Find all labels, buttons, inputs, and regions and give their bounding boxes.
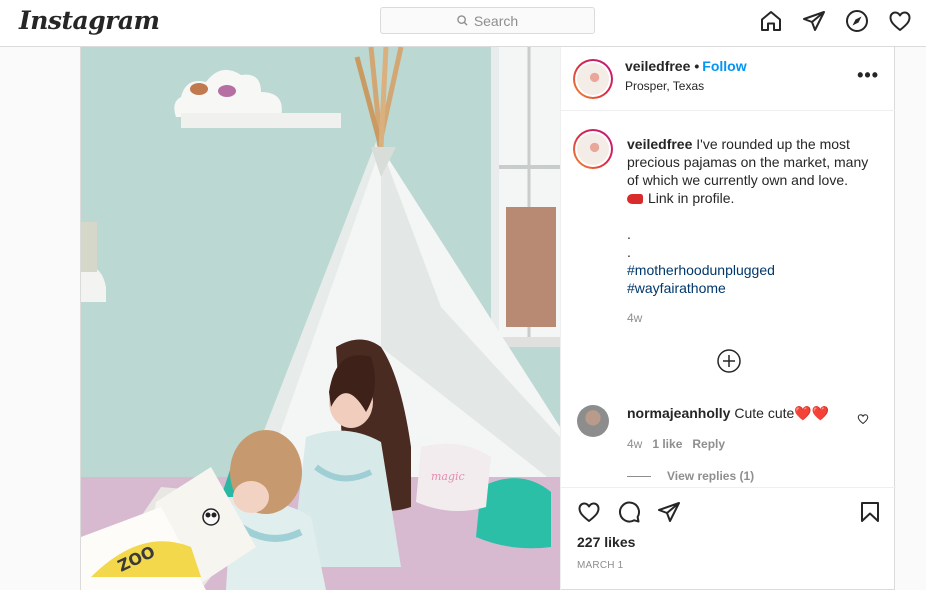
comment-body: Cute cute — [734, 405, 795, 421]
comment-meta: 4w 1 like Reply — [627, 437, 725, 451]
search-input[interactable]: Search — [380, 7, 595, 34]
load-more-comments-icon[interactable] — [717, 349, 741, 373]
direct-icon[interactable] — [802, 9, 826, 33]
pointing-hand-emoji — [627, 194, 643, 205]
post-card: magic ZOO veiledfree • Follow Prosper, T… — [80, 47, 896, 590]
caption-dot-2: . — [627, 244, 631, 260]
home-icon[interactable] — [759, 9, 783, 33]
post-photo[interactable]: magic ZOO — [81, 47, 560, 590]
caption-avatar[interactable] — [573, 129, 613, 169]
author-username[interactable]: veiledfree — [625, 58, 690, 74]
post-date[interactable]: MARCH 1 — [577, 560, 623, 571]
view-replies-line — [627, 475, 651, 477]
post-header-user: veiledfree • Follow — [625, 58, 747, 74]
reply-button[interactable]: Reply — [692, 437, 725, 451]
share-icon[interactable] — [657, 500, 681, 524]
svg-text:magic: magic — [431, 470, 465, 483]
action-icons — [577, 500, 681, 524]
caption-username[interactable]: veiledfree — [627, 136, 692, 152]
heart-emoji: ❤️❤️ — [794, 405, 830, 421]
more-options-icon[interactable]: ••• — [857, 65, 879, 86]
explore-icon[interactable] — [845, 9, 869, 33]
comment-likes[interactable]: 1 like — [652, 437, 682, 451]
post-sidebar: veiledfree • Follow Prosper, Texas ••• vei… — [560, 47, 896, 590]
hashtag-link[interactable]: #motherhoodunplugged — [627, 262, 775, 278]
comment-icon[interactable] — [617, 500, 641, 524]
comment-text: normajeanholly Cute cute❤️❤️ — [627, 405, 829, 422]
caption-link-line: Link in profile. — [648, 190, 735, 206]
post-header: veiledfree • Follow Prosper, Texas ••• — [561, 47, 895, 111]
top-navbar: Instagram Search — [0, 0, 926, 47]
instagram-logo[interactable]: Instagram — [19, 6, 160, 35]
commenter-username[interactable]: normajeanholly — [627, 405, 730, 421]
search-placeholder: Search — [473, 12, 519, 29]
nav-icons — [759, 9, 912, 33]
view-replies-button[interactable]: View replies (1) — [627, 469, 754, 483]
comment-like-icon[interactable] — [857, 413, 869, 425]
like-icon[interactable] — [577, 500, 601, 524]
view-replies-label: View replies (1) — [667, 469, 755, 483]
like-count[interactable]: 227 likes — [577, 534, 635, 550]
save-icon[interactable] — [858, 500, 882, 524]
post-photo-illustration: magic ZOO — [81, 47, 560, 590]
activity-icon[interactable] — [888, 9, 912, 33]
follow-separator: • — [694, 58, 700, 74]
post-actions: 227 likes MARCH 1 — [561, 487, 896, 590]
caption-time: 4w — [627, 311, 643, 325]
caption-text: veiledfree I've rounded up the most prec… — [627, 135, 877, 297]
caption-dot-1: . — [627, 226, 631, 242]
commenter-avatar[interactable] — [577, 405, 609, 437]
hashtag-link[interactable]: #wayfairathome — [627, 280, 726, 296]
location-link[interactable]: Prosper, Texas — [625, 79, 704, 93]
search-icon — [457, 15, 468, 26]
author-avatar[interactable] — [573, 59, 613, 99]
follow-button[interactable]: Follow — [702, 58, 746, 74]
comment-time: 4w — [627, 437, 643, 451]
